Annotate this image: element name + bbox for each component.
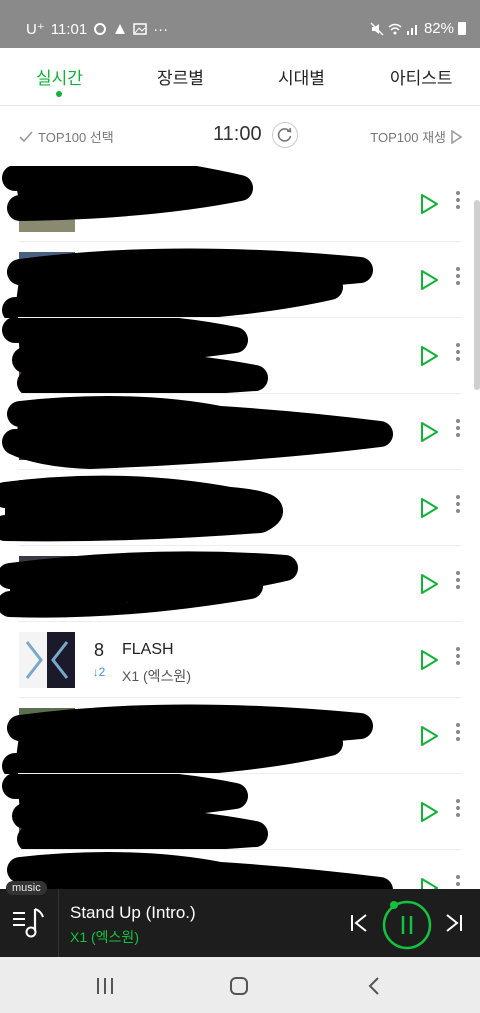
home-icon[interactable] bbox=[228, 975, 250, 997]
play-icon[interactable] bbox=[418, 420, 440, 444]
mute-icon bbox=[370, 21, 384, 36]
song-title: FLASH bbox=[122, 641, 174, 658]
album-thumbnail bbox=[19, 252, 75, 308]
battery-percent: 82% bbox=[423, 20, 454, 37]
chart-row[interactable]: 8 ↓2 FLASH X1 (엑스원) bbox=[0, 622, 480, 698]
chart-row[interactable] bbox=[0, 242, 480, 318]
next-icon[interactable] bbox=[443, 911, 465, 935]
check-icon bbox=[19, 130, 33, 142]
mini-player[interactable]: music Stand Up (Intro.) X1 (엑스원) bbox=[0, 881, 480, 957]
chart-tabs: 실시간 장르별 시대별 아티스트 bbox=[0, 48, 480, 106]
tab-realtime[interactable]: 실시간 bbox=[36, 64, 83, 89]
more-options-icon[interactable] bbox=[453, 644, 463, 674]
top100-play-button[interactable]: TOP100 재생 bbox=[370, 127, 462, 146]
now-playing-title: Stand Up (Intro.) bbox=[70, 903, 196, 922]
playlist-music-icon[interactable] bbox=[10, 903, 50, 943]
album-thumbnail bbox=[19, 708, 75, 764]
status-left: U⁺ 11:01 ··· bbox=[26, 20, 169, 39]
scrollbar[interactable] bbox=[474, 200, 480, 390]
pause-button[interactable] bbox=[381, 899, 433, 951]
play-icon[interactable] bbox=[418, 496, 440, 520]
play-icon[interactable] bbox=[418, 648, 440, 672]
system-nav-bar bbox=[0, 957, 480, 1013]
more-options-icon[interactable] bbox=[453, 720, 463, 750]
chart-row[interactable] bbox=[0, 698, 480, 774]
album-thumbnail bbox=[19, 632, 75, 688]
recents-icon[interactable] bbox=[94, 977, 116, 995]
more-options-icon[interactable] bbox=[453, 188, 463, 218]
chart-row[interactable] bbox=[0, 774, 480, 850]
top100-play-label: TOP100 재생 bbox=[370, 130, 446, 145]
tab-era[interactable]: 시대별 bbox=[278, 64, 325, 89]
play-outline-icon bbox=[451, 129, 462, 144]
album-thumbnail bbox=[19, 176, 75, 232]
rank-number: 8 bbox=[93, 640, 104, 660]
album-thumbnail bbox=[19, 784, 75, 840]
rank-change: ↓2 bbox=[92, 665, 106, 679]
now-playing-artist: X1 (엑스원) bbox=[70, 929, 139, 945]
album-thumbnail bbox=[19, 328, 75, 384]
top100-toolbar: TOP100 선택 11:00 TOP100 재생 bbox=[0, 107, 480, 165]
chart-row[interactable] bbox=[0, 318, 480, 394]
more-options-icon[interactable] bbox=[453, 796, 463, 826]
play-icon[interactable] bbox=[418, 268, 440, 292]
carrier-label: U⁺ bbox=[26, 21, 45, 38]
chart-row[interactable] bbox=[0, 394, 480, 470]
status-right: 82% bbox=[370, 20, 466, 37]
image-icon bbox=[133, 23, 147, 35]
chart-row[interactable] bbox=[0, 470, 480, 546]
battery-icon bbox=[458, 22, 466, 35]
app-notification-icon bbox=[115, 24, 126, 34]
tab-artist[interactable]: 아티스트 bbox=[390, 64, 453, 89]
active-tab-indicator bbox=[56, 91, 62, 97]
back-icon[interactable] bbox=[364, 975, 384, 997]
album-thumbnail bbox=[19, 556, 75, 612]
signal-icon bbox=[406, 24, 417, 35]
chart-time: 11:00 bbox=[213, 123, 262, 145]
previous-icon[interactable] bbox=[348, 911, 370, 935]
song-artist: X1 (엑스원) bbox=[122, 668, 191, 684]
refresh-icon bbox=[277, 127, 292, 142]
top100-select-button[interactable]: TOP100 선택 bbox=[18, 127, 114, 146]
status-bar: U⁺ 11:01 ··· 82% bbox=[0, 0, 480, 48]
chart-row[interactable] bbox=[0, 166, 480, 242]
wifi-icon bbox=[388, 23, 402, 34]
tab-genre[interactable]: 장르별 bbox=[157, 64, 204, 89]
play-icon[interactable] bbox=[418, 800, 440, 824]
play-icon[interactable] bbox=[418, 192, 440, 216]
more-options-icon[interactable] bbox=[453, 568, 463, 598]
chart-row[interactable] bbox=[0, 546, 480, 622]
more-notifications: ··· bbox=[153, 20, 169, 38]
more-options-icon[interactable] bbox=[453, 340, 463, 370]
album-thumbnail bbox=[19, 480, 75, 536]
notification-icon bbox=[94, 23, 107, 35]
refresh-button[interactable] bbox=[272, 122, 298, 148]
more-options-icon[interactable] bbox=[453, 492, 463, 522]
player-divider bbox=[58, 889, 59, 957]
clock: 11:01 bbox=[50, 20, 88, 38]
more-options-icon[interactable] bbox=[453, 264, 463, 294]
play-icon[interactable] bbox=[418, 344, 440, 368]
more-options-icon[interactable] bbox=[453, 416, 463, 446]
top100-select-label: TOP100 선택 bbox=[38, 130, 114, 145]
music-badge: music bbox=[6, 881, 47, 895]
album-thumbnail bbox=[19, 404, 75, 460]
play-icon[interactable] bbox=[418, 724, 440, 748]
play-icon[interactable] bbox=[418, 572, 440, 596]
